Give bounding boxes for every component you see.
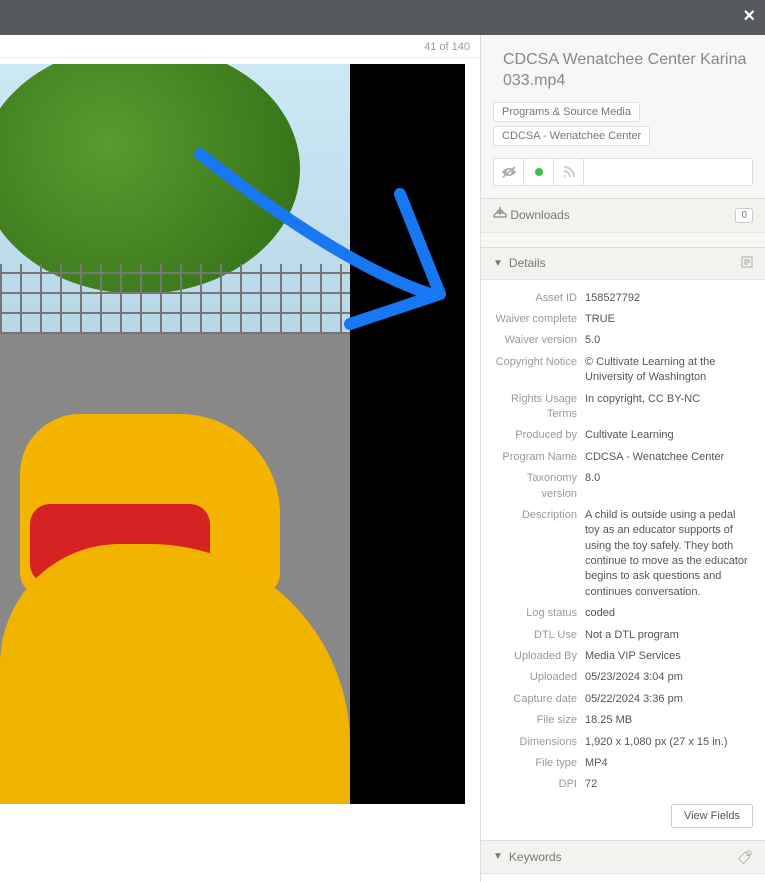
detail-value: 158527792 — [585, 291, 753, 306]
detail-row: Uploaded05/23/2024 3:04 pm — [493, 667, 753, 688]
detail-row: Asset ID158527792 — [493, 288, 753, 309]
expand-icon[interactable]: ⇥ — [480, 41, 481, 57]
detail-value: 5.0 — [585, 333, 753, 348]
detail-value: TRUE — [585, 312, 753, 327]
detail-row: DPI72 — [493, 774, 753, 795]
details-body: Asset ID158527792Waiver completeTRUEWaiv… — [481, 280, 765, 840]
detail-value: 8.0 — [585, 471, 753, 502]
detail-value: © Cultivate Learning at the University o… — [585, 355, 753, 386]
asset-title: ⇥ CDCSA Wenatchee Center Karina 033.mp4 — [481, 35, 765, 102]
detail-value: MP4 — [585, 756, 753, 771]
detail-row: Dimensions1,920 x 1,080 px (27 x 15 in.) — [493, 732, 753, 753]
rss-icon[interactable] — [554, 158, 584, 186]
detail-label: Uploaded By — [493, 649, 585, 664]
detail-row: DTL UseNot a DTL program — [493, 625, 753, 646]
item-counter: 41 of 140 — [0, 35, 480, 58]
detail-label: Uploaded — [493, 670, 585, 685]
detail-row: Copyright Notice© Cultivate Learning at … — [493, 352, 753, 389]
detail-row: Capture date05/22/2024 3:36 pm — [493, 689, 753, 710]
detail-value: Cultivate Learning — [585, 428, 753, 443]
detail-label: Program Name — [493, 450, 585, 465]
details-section: ▼ Details Asset ID158527792Waiver comple… — [481, 247, 765, 840]
detail-label: Waiver version — [493, 333, 585, 348]
detail-row: Produced byCultivate Learning — [493, 425, 753, 446]
downloads-header[interactable]: Downloads 0 — [481, 199, 765, 233]
breadcrumb-item[interactable]: CDCSA - Wenatchee Center — [493, 126, 650, 146]
downloads-section: Downloads 0 — [481, 198, 765, 233]
asset-title-text: CDCSA Wenatchee Center Karina 033.mp4 — [503, 51, 746, 89]
detail-row: Waiver version5.0 — [493, 330, 753, 351]
detail-row: Log statuscoded — [493, 603, 753, 624]
detail-label: Dimensions — [493, 735, 585, 750]
view-fields-button[interactable]: View Fields — [671, 804, 753, 828]
detail-value: Media VIP Services — [585, 649, 753, 664]
keywords-title: Keywords — [509, 850, 562, 864]
keywords-section: ▼ Keywords 🏷 Content of Activity xLangua… — [481, 840, 765, 882]
detail-label: DPI — [493, 777, 585, 792]
detail-row: Waiver completeTRUE — [493, 309, 753, 330]
download-icon — [493, 207, 507, 224]
detail-value: 18.25 MB — [585, 713, 753, 728]
detail-value: coded — [585, 606, 753, 621]
breadcrumb-item[interactable]: Programs & Source Media — [493, 102, 640, 122]
collapse-icon: ▼ — [493, 258, 503, 269]
metadata-panel: ⇥ CDCSA Wenatchee Center Karina 033.mp4 … — [480, 35, 765, 882]
status-toolbar — [493, 158, 753, 186]
detail-value: 72 — [585, 777, 753, 792]
detail-value: In copyright, CC BY-NC — [585, 392, 753, 423]
tag-icon: 🏷 — [737, 848, 753, 865]
detail-label: Taxonomy version — [493, 471, 585, 502]
downloads-label: Downloads — [510, 208, 569, 222]
detail-row: DescriptionA child is outside using a pe… — [493, 505, 753, 603]
detail-label: Log status — [493, 606, 585, 621]
detail-value: 1,920 x 1,080 px (27 x 15 in.) — [585, 735, 753, 750]
detail-value: CDCSA - Wenatchee Center — [585, 450, 753, 465]
detail-label: Waiver complete — [493, 312, 585, 327]
details-header[interactable]: ▼ Details — [481, 248, 765, 280]
details-title: Details — [509, 256, 546, 270]
preview-pane: 41 of 140 — [0, 35, 480, 882]
detail-row: Uploaded ByMedia VIP Services — [493, 646, 753, 667]
breadcrumbs: Programs & Source Media CDCSA - Wenatchee… — [481, 102, 765, 158]
keywords-header[interactable]: ▼ Keywords 🏷 — [481, 841, 765, 874]
downloads-count: 0 — [735, 208, 753, 223]
keywords-body: Content of Activity xLanguage developmen… — [481, 874, 765, 882]
notes-icon[interactable] — [741, 256, 753, 271]
detail-label: Rights Usage Terms — [493, 392, 585, 423]
detail-label: Capture date — [493, 692, 585, 707]
collapse-icon: ▼ — [493, 851, 503, 862]
detail-label: DTL Use — [493, 628, 585, 643]
detail-value: 05/23/2024 3:04 pm — [585, 670, 753, 685]
detail-value: Not a DTL program — [585, 628, 753, 643]
detail-label: File type — [493, 756, 585, 771]
detail-label: File size — [493, 713, 585, 728]
video-preview[interactable] — [0, 64, 465, 804]
visibility-icon[interactable] — [494, 158, 524, 186]
detail-value: 05/22/2024 3:36 pm — [585, 692, 753, 707]
detail-row: File size18.25 MB — [493, 710, 753, 731]
detail-label: Produced by — [493, 428, 585, 443]
detail-label: Copyright Notice — [493, 355, 585, 386]
close-icon[interactable]: × — [743, 5, 755, 28]
detail-row: Taxonomy version8.0 — [493, 468, 753, 505]
top-bar: × — [0, 0, 765, 35]
detail-row: Program NameCDCSA - Wenatchee Center — [493, 447, 753, 468]
status-indicator — [524, 158, 554, 186]
detail-label: Description — [493, 508, 585, 600]
detail-label: Asset ID — [493, 291, 585, 306]
detail-row: Rights Usage TermsIn copyright, CC BY-NC — [493, 389, 753, 426]
detail-value: A child is outside using a pedal toy as … — [585, 508, 753, 600]
detail-row: File typeMP4 — [493, 753, 753, 774]
